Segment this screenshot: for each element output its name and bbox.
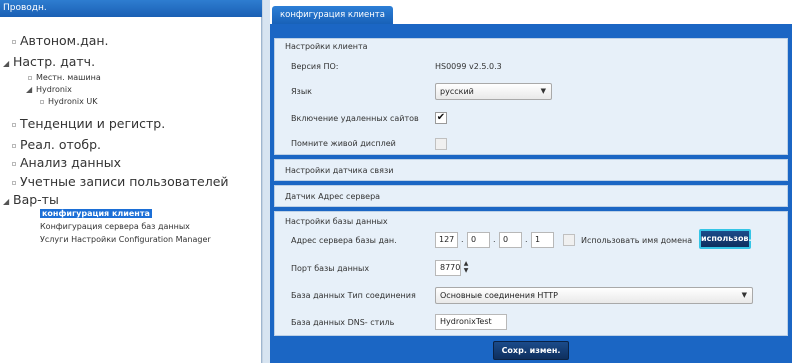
connection-type-select[interactable]: Основные соединения HTTP ▼ xyxy=(435,287,753,304)
explorer-header: Проводн. xyxy=(0,0,262,17)
tree-leaf-icon xyxy=(12,180,16,185)
dns-label: База данных DNS- стиль xyxy=(291,318,395,327)
panel-splitter[interactable] xyxy=(262,0,270,363)
section-title: Настройки клиента xyxy=(285,42,368,51)
tree-item-data-analysis[interactable]: Анализ данных xyxy=(12,155,121,170)
ip-octet-3[interactable]: 0 xyxy=(499,232,522,248)
dropdown-arrow-icon: ▼ xyxy=(540,87,546,95)
live-display-checkbox[interactable] xyxy=(435,138,447,150)
explorer-panel: Проводн. Автоном.дан. ◢ Настр. датч. Мест… xyxy=(0,0,262,363)
tree-item-sensor-settings[interactable]: ◢ Настр. датч. xyxy=(3,54,95,69)
remote-sites-checkbox[interactable]: ✔ xyxy=(435,112,447,124)
save-changes-button[interactable]: Сохр. измен. xyxy=(493,341,569,360)
use-domain-checkbox[interactable] xyxy=(563,234,575,246)
use-domain-button[interactable]: использов. xyxy=(699,229,752,249)
tree-item-hydronix-uk[interactable]: Hydronix UK xyxy=(40,97,98,106)
server-address-label: Адрес сервера базы дан. xyxy=(291,236,397,245)
ip-separator: . xyxy=(525,235,528,244)
section-title: Настройки датчика связи xyxy=(285,166,394,175)
sensor-server-section: Датчик Адрес сервера xyxy=(274,185,788,207)
tree-leaf-icon xyxy=(12,161,16,166)
client-config-content: Настройки клиента Версия ПО: HS0099 v2.5… xyxy=(270,24,792,363)
tree-item-autonomous-data[interactable]: Автоном.дан. xyxy=(12,33,109,48)
ip-octet-2[interactable]: 0 xyxy=(467,232,490,248)
ip-octet-4[interactable]: 1 xyxy=(531,232,554,248)
version-label: Версия ПО: xyxy=(291,62,339,71)
port-input[interactable]: 8770 xyxy=(435,260,461,276)
version-value: HS0099 v2.5.0.3 xyxy=(435,62,502,71)
tree-item-options[interactable]: ◢ Вар-ты xyxy=(3,192,59,207)
tab-client-config[interactable]: конфигурация клиента xyxy=(272,6,393,24)
port-label: Порт базы данных xyxy=(291,264,370,273)
ip-separator: . xyxy=(461,235,464,244)
tree-item-config-manager-services[interactable]: Услуги Настройки Configuration Manager xyxy=(40,235,211,244)
tree-item-user-accounts[interactable]: Учетные записи пользователей xyxy=(12,174,229,189)
navigation-tree: Автоном.дан. ◢ Настр. датч. Местн. машина… xyxy=(0,17,262,363)
tree-leaf-icon xyxy=(12,143,16,148)
remote-sites-label: Включение удаленных сайтов xyxy=(291,114,419,123)
tree-item-client-config[interactable]: конфигурация клиента xyxy=(40,209,152,218)
dropdown-arrow-icon: ▼ xyxy=(741,291,747,299)
live-display-label: Помните живой дисплей xyxy=(291,139,396,148)
language-select[interactable]: русский ▼ xyxy=(435,83,552,100)
expand-arrow-icon[interactable]: ◢ xyxy=(3,59,13,68)
dns-input[interactable]: HydronixTest xyxy=(435,314,507,330)
use-domain-label: Использовать имя домена xyxy=(581,236,693,245)
port-spinner-icon[interactable]: ▲ ▼ xyxy=(462,260,470,276)
tree-leaf-icon xyxy=(28,75,32,80)
tree-leaf-icon xyxy=(40,99,44,104)
connection-type-label: База данных Тип соединения xyxy=(291,291,416,300)
tree-leaf-icon xyxy=(12,122,16,127)
ip-octet-1[interactable]: 127 xyxy=(435,232,458,248)
database-settings-section: Настройки базы данных Адрес сервера базы… xyxy=(274,211,788,336)
tree-item-realtime-display[interactable]: Реал. отобр. xyxy=(12,137,101,152)
expand-arrow-icon[interactable]: ◢ xyxy=(26,85,36,94)
language-label: Язык xyxy=(291,87,312,96)
tree-item-db-server-config[interactable]: Конфигурация сервера баз данных xyxy=(40,222,190,231)
tree-item-local-machine[interactable]: Местн. машина xyxy=(28,73,101,82)
section-title: Датчик Адрес сервера xyxy=(285,192,381,201)
tab-strip: конфигурация клиента xyxy=(270,0,792,24)
tree-item-hydronix[interactable]: ◢ Hydronix xyxy=(26,85,72,94)
tree-leaf-icon xyxy=(12,39,16,44)
tree-item-trends[interactable]: Тенденции и регистр. xyxy=(12,116,165,131)
section-title: Настройки базы данных xyxy=(285,217,388,226)
client-settings-section: Настройки клиента Версия ПО: HS0099 v2.5… xyxy=(274,38,788,155)
link-settings-section: Настройки датчика связи xyxy=(274,159,788,181)
ip-separator: . xyxy=(493,235,496,244)
expand-arrow-icon[interactable]: ◢ xyxy=(3,197,13,206)
